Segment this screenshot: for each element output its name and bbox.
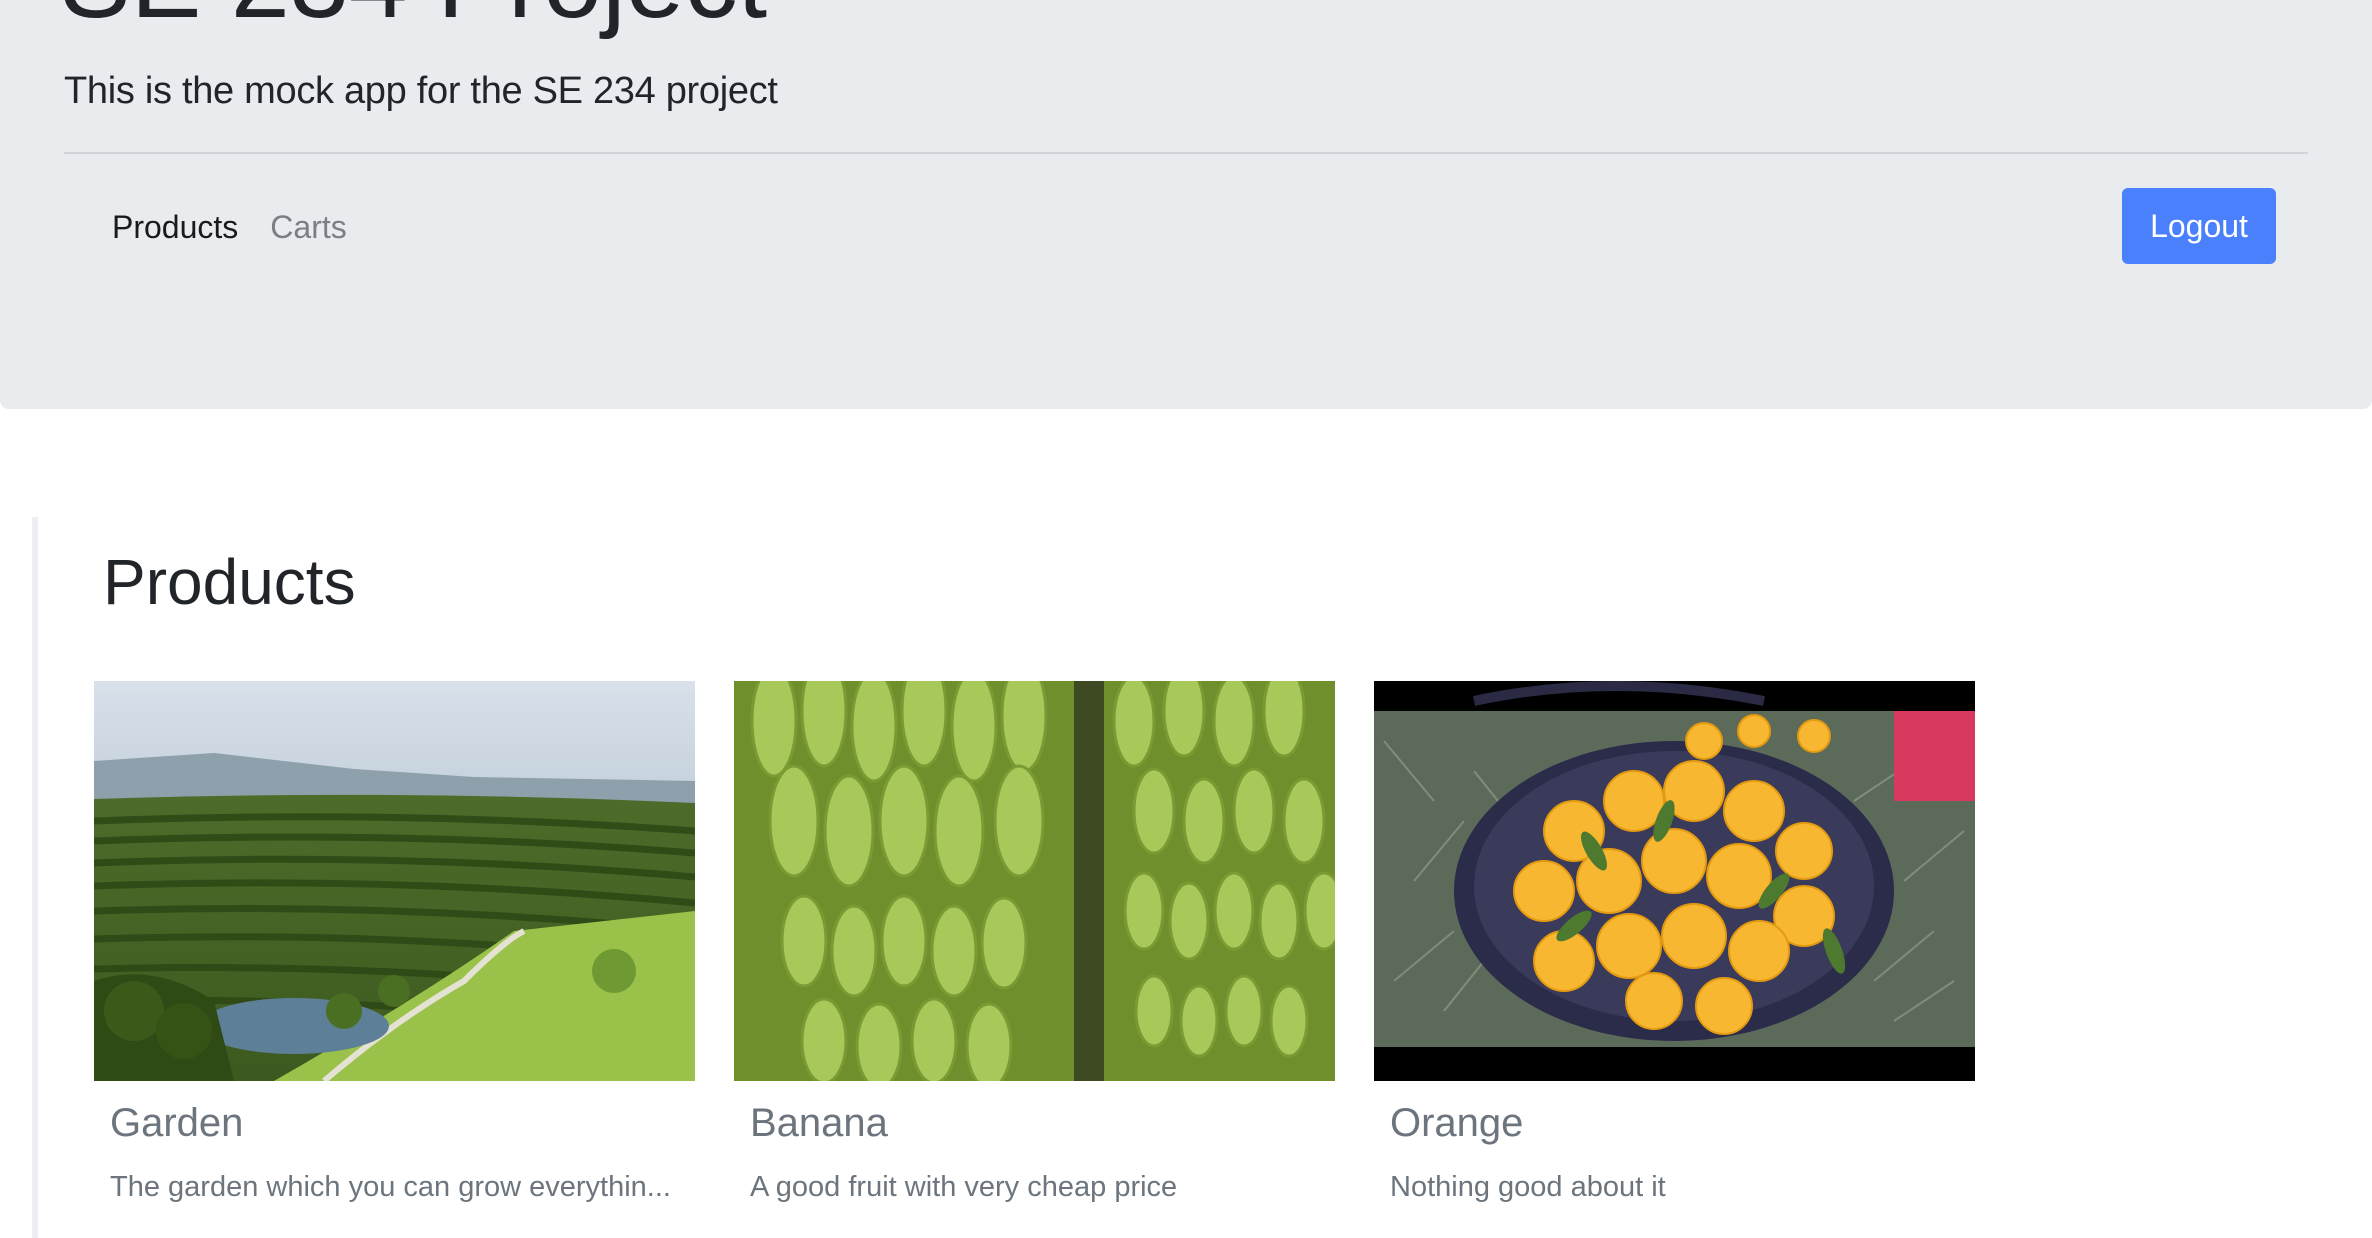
nav-link-carts[interactable]: Carts [270,200,346,254]
product-description: A good fruit with very cheap price [750,1171,1178,1203]
header-jumbotron: SE 234 Project This is the mock app for … [0,0,2372,409]
products-heading: Products [103,546,356,618]
product-name: Garden [110,1101,244,1145]
orange-photo [1374,681,1975,1081]
logout-button[interactable]: Logout [2122,188,2276,264]
section-left-rule [32,517,38,1238]
header-divider [64,152,2308,154]
product-description: Nothing good about it [1390,1171,1666,1203]
main-nav: Products Carts [112,200,347,254]
app-lead-text: This is the mock app for the SE 234 proj… [64,70,778,112]
product-card-banana[interactable]: Banana A good fruit with very cheap pric… [734,681,1335,1238]
garden-photo [94,681,695,1081]
product-card-garden[interactable]: Garden The garden which you can grow eve… [94,681,695,1238]
product-name: Orange [1390,1101,1524,1145]
nav-link-products[interactable]: Products [112,200,238,254]
product-card-orange[interactable]: Orange Nothing good about it [1374,681,1975,1238]
app-title: SE 234 Project [60,0,767,34]
product-name: Banana [750,1101,888,1145]
banana-photo [734,681,1335,1081]
product-description: The garden which you can grow everythin.… [110,1171,671,1203]
